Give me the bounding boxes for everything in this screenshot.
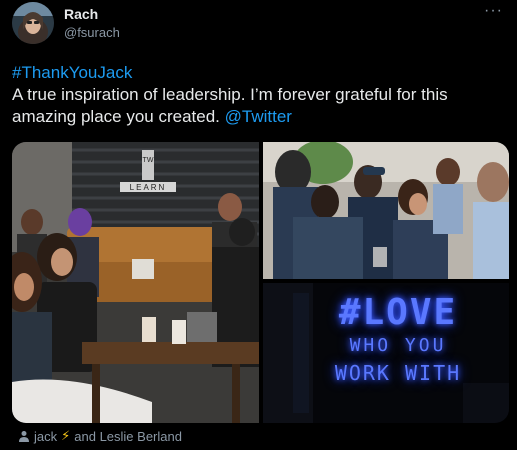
lightning-icon: ⚡ bbox=[61, 428, 71, 443]
neon-line-who-you: WHO YOU bbox=[349, 335, 447, 356]
hashtag-link[interactable]: #ThankYouJack bbox=[12, 63, 132, 82]
author-handle[interactable]: @fsurach bbox=[64, 25, 120, 40]
photo-lounge-image: TW LEARN bbox=[12, 142, 259, 423]
mention-link[interactable]: @Twitter bbox=[225, 107, 292, 126]
tagged-user-jack[interactable]: jack bbox=[34, 429, 57, 444]
tagged-user-rest[interactable]: and Leslie Berland bbox=[74, 429, 182, 444]
photo-crowd-image bbox=[263, 142, 509, 279]
wall-sign-letters: TW bbox=[143, 157, 154, 164]
neon-line-love: #LOVE bbox=[338, 292, 458, 333]
neon-line-work-with: WORK WITH bbox=[334, 361, 462, 385]
tweet: Rach @fsurach ··· #ThankYouJack A true i… bbox=[0, 0, 517, 450]
photo-office-crowd[interactable] bbox=[263, 142, 509, 279]
more-options-icon[interactable]: ··· bbox=[484, 2, 503, 20]
tagged-users[interactable]: jack ⚡ and Leslie Berland bbox=[18, 428, 182, 444]
author-avatar[interactable] bbox=[12, 2, 54, 44]
photo-office-lounge[interactable]: TW LEARN bbox=[12, 142, 259, 423]
person-icon bbox=[19, 431, 29, 442]
photo-neon-sign[interactable]: #LOVE WHO YOU WORK WITH bbox=[263, 283, 509, 423]
wall-sign-word: LEARN bbox=[130, 183, 167, 192]
media-grid: TW LEARN #LOVE WHO YOU WORK WITH bbox=[12, 142, 509, 423]
author-name[interactable]: Rach bbox=[64, 6, 98, 22]
neon-text: #LOVE WHO YOU WORK WITH bbox=[323, 293, 473, 387]
avatar-image bbox=[12, 2, 54, 44]
tweet-text: #ThankYouJack A true inspiration of lead… bbox=[12, 62, 507, 128]
